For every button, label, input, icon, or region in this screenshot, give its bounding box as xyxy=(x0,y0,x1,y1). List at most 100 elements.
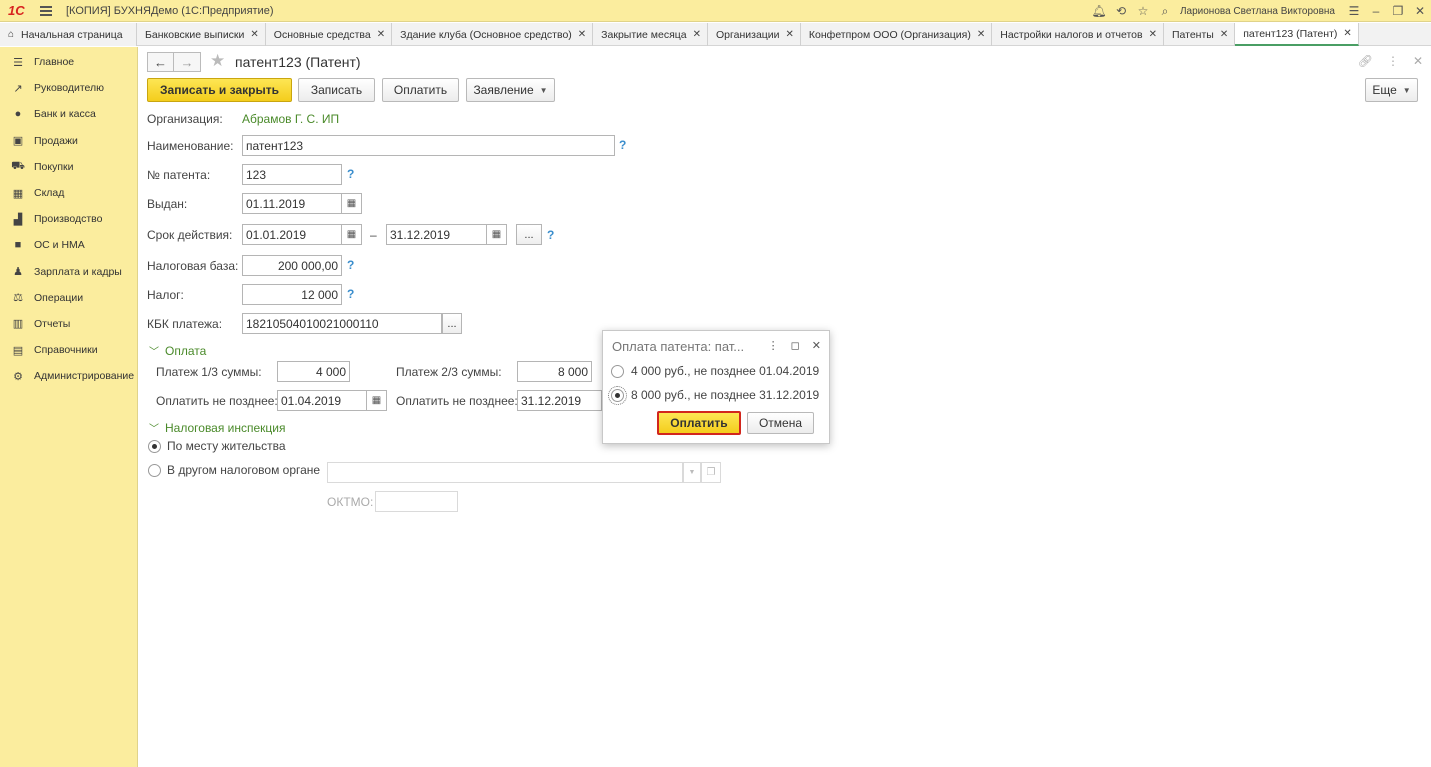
sidebar-item-salary[interactable]: ♟ Зарплата и кадры xyxy=(0,259,137,285)
tab-club-building[interactable]: Здание клуба (Основное средство) ✕ xyxy=(392,23,594,46)
payment-option-1[interactable]: 4 000 руб., не позднее 01.04.2019 xyxy=(611,364,819,378)
patent-number-input[interactable]: 123 xyxy=(242,164,342,185)
payment-option-2[interactable]: 8 000 руб., не позднее 31.12.2019 xyxy=(608,385,819,405)
close-icon[interactable]: ✕ xyxy=(1409,0,1431,22)
close-tab-icon[interactable]: ✕ xyxy=(977,29,985,40)
minimize-icon[interactable]: – xyxy=(1365,0,1387,22)
close-tab-icon[interactable]: ✕ xyxy=(1220,29,1228,40)
close-icon[interactable]: ✕ xyxy=(812,339,821,352)
radio-button[interactable] xyxy=(608,385,627,405)
popup-pay-button[interactable]: Оплатить xyxy=(657,411,741,435)
save-and-close-button[interactable]: Записать и закрыть xyxy=(147,78,292,102)
close-tab-icon[interactable]: ✕ xyxy=(578,29,586,40)
statement-dropdown-button[interactable]: Заявление ▼ xyxy=(466,78,555,102)
tab-fixed-assets[interactable]: Основные средства ✕ xyxy=(266,23,393,46)
sidebar-item-admin[interactable]: ⚙ Администрирование xyxy=(0,363,137,389)
tax-base-label: Налоговая база: xyxy=(147,259,239,273)
more-dropdown-button[interactable]: Еще ▼ xyxy=(1365,78,1418,102)
kbk-input[interactable]: 18210504010021000110 xyxy=(242,313,442,334)
dropdown-arrow-icon[interactable]: ▼ xyxy=(683,462,701,483)
main-menu-icon[interactable] xyxy=(40,5,52,16)
help-icon[interactable]: ? xyxy=(547,228,554,242)
tab-home[interactable]: ⌂ Начальная страница xyxy=(0,23,137,46)
due1-date-input[interactable]: 01.04.2019 xyxy=(277,390,367,411)
calendar-icon[interactable]: ▦ xyxy=(342,224,362,245)
sidebar-item-assets[interactable]: ■ ОС и НМА xyxy=(0,232,137,258)
issued-date-input[interactable]: 01.11.2019 xyxy=(242,193,342,214)
favorites-star-icon[interactable]: ☆ xyxy=(1132,0,1154,22)
tab-patent123[interactable]: патент123 (Патент) ✕ xyxy=(1235,23,1359,46)
open-icon[interactable]: ❐ xyxy=(701,462,721,483)
close-tab-icon[interactable]: ✕ xyxy=(377,29,385,40)
oktmo-input[interactable] xyxy=(375,491,458,512)
bell-icon[interactable]: 🔔︎ xyxy=(1088,0,1110,22)
close-tab-icon[interactable]: ✕ xyxy=(250,29,258,40)
help-icon[interactable]: ? xyxy=(347,287,354,301)
tab-bank-statements[interactable]: Банковские выписки ✕ xyxy=(137,23,266,46)
period-from-input[interactable]: 01.01.2019 xyxy=(242,224,342,245)
help-icon[interactable]: ? xyxy=(347,258,354,272)
link-icon[interactable]: 🔗︎ xyxy=(1358,54,1373,68)
calendar-icon[interactable]: ▦ xyxy=(487,224,507,245)
tab-konfetprom[interactable]: Конфетпром ООО (Организация) ✕ xyxy=(801,23,993,46)
sidebar-item-purchases[interactable]: ⛟ Покупки xyxy=(0,154,137,180)
tab-organizations[interactable]: Организации ✕ xyxy=(708,23,801,46)
inspection-option-other[interactable]: В другом налоговом органе xyxy=(148,463,320,477)
pay-button[interactable]: Оплатить xyxy=(382,78,459,102)
sidebar-item-main[interactable]: ☰ Главное xyxy=(0,49,137,75)
radio-button[interactable] xyxy=(148,439,161,453)
name-input[interactable]: патент123 xyxy=(242,135,615,156)
help-icon[interactable]: ? xyxy=(619,138,626,152)
sidebar-item-manager[interactable]: ↗ Руководителю xyxy=(0,75,137,101)
tab-month-closing[interactable]: Закрытие месяца ✕ xyxy=(593,23,709,46)
close-form-icon[interactable]: ✕ xyxy=(1413,54,1423,68)
close-tab-icon[interactable]: ✕ xyxy=(786,29,794,40)
back-arrow-icon[interactable]: ← xyxy=(147,52,174,72)
radio-button[interactable] xyxy=(148,463,161,477)
inspection-option-residence[interactable]: По месту жительства xyxy=(148,439,286,453)
tax-input[interactable]: 12 000 xyxy=(242,284,342,305)
user-name[interactable]: Ларионова Светлана Викторовна xyxy=(1180,6,1335,17)
inspection-section-header[interactable]: ﹀ Налоговая инспекция xyxy=(149,420,286,436)
close-tab-icon[interactable]: ✕ xyxy=(693,29,701,40)
close-tab-icon[interactable]: ✕ xyxy=(1149,29,1157,40)
sidebar-item-production[interactable]: ▟ Производство xyxy=(0,206,137,232)
tab-label: Основные средства xyxy=(273,28,371,41)
history-icon[interactable]: ⟲ xyxy=(1110,0,1132,22)
search-icon[interactable]: ⌕ xyxy=(1154,0,1176,22)
close-tab-icon[interactable]: ✕ xyxy=(1343,28,1351,39)
sidebar-item-sales[interactable]: ▣ Продажи xyxy=(0,128,137,154)
tab-tax-settings[interactable]: Настройки налогов и отчетов ✕ xyxy=(992,23,1164,46)
sidebar-item-reports[interactable]: ▥ Отчеты xyxy=(0,311,137,337)
period-select-button[interactable]: ... xyxy=(516,224,542,245)
period-to-input[interactable]: 31.12.2019 xyxy=(386,224,487,245)
more-vertical-icon[interactable]: ⋮ xyxy=(768,339,779,352)
sidebar-item-operations[interactable]: ⚖ Операции xyxy=(0,285,137,311)
settings-menu-icon[interactable]: ☰ xyxy=(1343,0,1365,22)
save-button[interactable]: Записать xyxy=(298,78,375,102)
tax-office-select[interactable] xyxy=(327,462,683,483)
sidebar-item-warehouse[interactable]: ▦ Склад xyxy=(0,180,137,206)
part1-amount-input[interactable]: 4 000 xyxy=(277,361,350,382)
radio-button[interactable] xyxy=(611,364,624,378)
sidebar-item-label: Производство xyxy=(34,213,103,226)
sidebar-item-bank[interactable]: ● Банк и касса xyxy=(0,101,137,127)
popup-cancel-button[interactable]: Отмена xyxy=(747,412,814,434)
sidebar-item-catalogs[interactable]: ▤ Справочники xyxy=(0,337,137,363)
part2-amount-input[interactable]: 8 000 xyxy=(517,361,592,382)
more-vertical-icon[interactable]: ⋮ xyxy=(1387,54,1399,68)
maximize-icon[interactable]: ◻ xyxy=(791,339,800,352)
due2-date-input[interactable]: 31.12.2019 xyxy=(517,390,602,411)
tab-label: Патенты xyxy=(1171,28,1214,41)
calendar-icon[interactable]: ▦ xyxy=(367,390,387,411)
calendar-icon[interactable]: ▦ xyxy=(342,193,362,214)
org-link[interactable]: Абрамов Г. С. ИП xyxy=(242,112,339,126)
favorite-star-icon[interactable]: ★ xyxy=(210,51,225,71)
forward-arrow-icon[interactable]: → xyxy=(174,52,201,72)
payment-section-header[interactable]: ﹀ Оплата xyxy=(149,343,206,359)
kbk-select-button[interactable]: ... xyxy=(442,313,462,334)
tax-base-input[interactable]: 200 000,00 xyxy=(242,255,342,276)
restore-icon[interactable]: ❐ xyxy=(1387,0,1409,22)
tab-patents[interactable]: Патенты ✕ xyxy=(1164,23,1236,46)
help-icon[interactable]: ? xyxy=(347,167,354,181)
